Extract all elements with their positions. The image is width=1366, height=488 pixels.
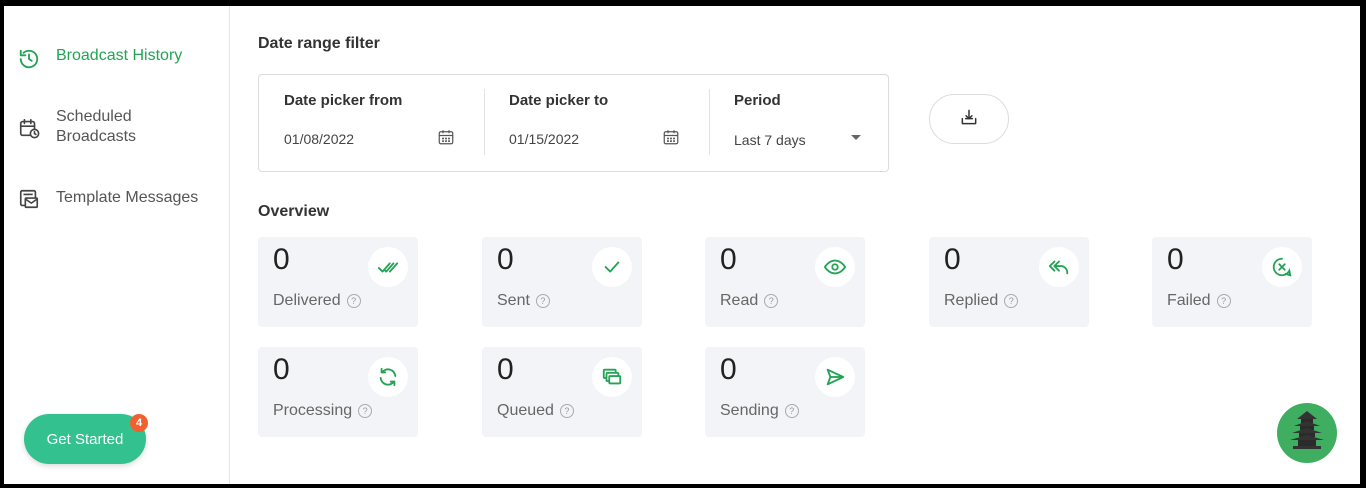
stat-value: 0 xyxy=(720,353,737,386)
help-icon[interactable]: ? xyxy=(1004,294,1019,308)
stat-label-text: Sent xyxy=(497,292,530,309)
stat-label: Processing? xyxy=(273,402,373,420)
help-icon[interactable]: ? xyxy=(535,294,550,308)
sidebar-item-label: Broadcast History xyxy=(56,47,183,64)
check-icon xyxy=(592,247,632,287)
template-message-icon xyxy=(18,188,40,210)
sidebar: Broadcast History Scheduled Broadcasts T… xyxy=(4,6,230,484)
stat-label: Read? xyxy=(720,292,779,310)
date-picker-from: Date picker from xyxy=(259,75,484,171)
date-to-input[interactable] xyxy=(509,131,649,147)
stat-card-sending: 0 Sending? xyxy=(705,347,865,437)
stat-value: 0 xyxy=(944,243,961,276)
stat-value: 0 xyxy=(273,243,290,276)
stat-label-text: Queued xyxy=(497,402,554,419)
stat-value: 0 xyxy=(720,243,737,276)
stat-label: Sent? xyxy=(497,292,550,310)
date-from-input[interactable] xyxy=(284,131,424,147)
reply-all-icon xyxy=(1039,247,1079,287)
stat-label: Queued? xyxy=(497,402,574,420)
calendar-icon[interactable] xyxy=(662,128,680,146)
date-picker-to-label: Date picker to xyxy=(509,92,609,109)
stat-label: Replied? xyxy=(944,292,1019,310)
stat-label-text: Replied xyxy=(944,292,999,309)
stat-label: Delivered? xyxy=(273,292,361,310)
help-icon[interactable]: ? xyxy=(559,404,574,418)
app-window: Broadcast History Scheduled Broadcasts T… xyxy=(4,6,1360,484)
get-started-button[interactable]: Get Started xyxy=(24,414,146,464)
stat-label: Failed? xyxy=(1167,292,1231,310)
date-picker-from-label: Date picker from xyxy=(284,92,403,109)
stat-label-text: Read xyxy=(720,292,759,309)
history-icon xyxy=(18,48,40,70)
stat-value: 0 xyxy=(273,353,290,386)
stat-card-failed: 0 Failed? xyxy=(1152,237,1312,327)
sidebar-item-scheduled-broadcasts[interactable]: Scheduled Broadcasts xyxy=(18,107,166,147)
eye-icon xyxy=(815,247,855,287)
download-button[interactable] xyxy=(929,94,1009,144)
stat-card-processing: 0 Processing? xyxy=(258,347,418,437)
period-select[interactable]: Period Last 7 days xyxy=(709,75,889,171)
refresh-icon xyxy=(368,357,408,397)
stat-value: 0 xyxy=(497,243,514,276)
sidebar-item-label: Scheduled Broadcasts xyxy=(56,108,137,145)
failed-icon xyxy=(1262,247,1302,287)
stat-card-queued: 0 Queued? xyxy=(482,347,642,437)
notification-badge: 4 xyxy=(130,414,148,432)
double-check-icon xyxy=(368,247,408,287)
stat-label-text: Delivered xyxy=(273,292,341,309)
period-label: Period xyxy=(734,92,781,109)
stat-label-text: Failed xyxy=(1167,292,1211,309)
stat-value: 0 xyxy=(1167,243,1184,276)
stat-value: 0 xyxy=(497,353,514,386)
calendar-clock-icon xyxy=(18,117,40,139)
sidebar-item-broadcast-history[interactable]: Broadcast History xyxy=(18,46,216,70)
stat-label-text: Sending xyxy=(720,402,779,419)
download-icon xyxy=(959,107,979,132)
stat-card-delivered: 0 Delivered? xyxy=(258,237,418,327)
calendar-icon[interactable] xyxy=(437,128,455,146)
pagoda-icon xyxy=(1287,409,1327,458)
help-icon[interactable]: ? xyxy=(346,294,361,308)
date-range-filter: Date picker from Date picker to Period L… xyxy=(258,74,889,172)
send-icon xyxy=(815,357,855,397)
sidebar-item-label: Template Messages xyxy=(56,189,199,206)
date-range-filter-title: Date range filter xyxy=(258,35,380,52)
help-icon[interactable]: ? xyxy=(764,294,779,308)
chevron-down-icon[interactable] xyxy=(851,135,861,140)
stat-label-text: Processing xyxy=(273,402,353,419)
help-icon[interactable]: ? xyxy=(358,404,373,418)
queue-icon xyxy=(592,357,632,397)
date-picker-to: Date picker to xyxy=(484,75,709,171)
stat-card-replied: 0 Replied? xyxy=(929,237,1089,327)
sidebar-item-template-messages[interactable]: Template Messages xyxy=(18,188,216,210)
main-content: Date range filter Date picker from Date … xyxy=(230,6,1360,484)
overview-title: Overview xyxy=(258,203,330,220)
help-icon[interactable]: ? xyxy=(784,404,799,418)
stat-card-sent: 0 Sent? xyxy=(482,237,642,327)
stat-card-read: 0 Read? xyxy=(705,237,865,327)
stat-label: Sending? xyxy=(720,402,799,420)
help-widget-button[interactable] xyxy=(1277,403,1337,463)
help-icon[interactable]: ? xyxy=(1216,294,1231,308)
